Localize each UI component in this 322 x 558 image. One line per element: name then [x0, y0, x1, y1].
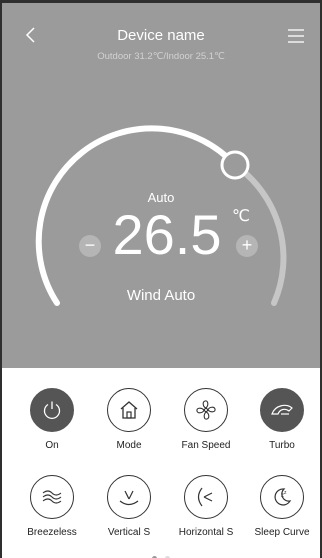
wind-label: Wind Auto: [126, 287, 196, 304]
vertical-swing-icon: [119, 490, 139, 506]
fan-speed-circle[interactable]: [184, 388, 228, 432]
vertical-swing-button[interactable]: Vertical S: [90, 475, 168, 538]
increase-temperature-button[interactable]: +: [236, 235, 258, 257]
app-screen: Device name Outdoor 31.2℃/Indoor 25.1℃ A…: [2, 3, 320, 558]
fan-icon: [196, 400, 216, 420]
breezeless-label: Breezeless: [27, 527, 77, 538]
fan-speed-label: Fan Speed: [181, 440, 231, 451]
temperature-dial[interactable]: [2, 3, 320, 368]
breezeless-button[interactable]: Breezeless: [13, 475, 91, 538]
horizontal-swing-label: Horizontal S: [178, 527, 234, 538]
power-circle[interactable]: [30, 388, 74, 432]
breezeless-circle[interactable]: [30, 475, 74, 519]
power-label: On: [45, 440, 59, 451]
decrease-temperature-button[interactable]: −: [79, 235, 101, 257]
dial-handle: [220, 150, 250, 180]
home-icon: [120, 401, 138, 419]
vertical-swing-label: Vertical S: [107, 527, 151, 538]
moon-icon: z z: [274, 488, 292, 506]
mode-button-label: Mode: [116, 440, 142, 451]
set-temperature: 26.5: [112, 203, 222, 266]
mode-button[interactable]: Mode: [90, 388, 168, 451]
sleep-curve-label: Sleep Curve: [254, 527, 310, 538]
turbo-circle[interactable]: [260, 388, 304, 432]
horizontal-swing-circle[interactable]: [184, 475, 228, 519]
temperature-unit: ℃: [232, 208, 250, 225]
turbo-icon: [271, 404, 293, 415]
turbo-button[interactable]: Turbo: [243, 388, 320, 451]
power-icon: [43, 401, 61, 419]
breezeless-icon: [42, 490, 62, 504]
turbo-label: Turbo: [269, 440, 295, 451]
sleep-curve-circle[interactable]: z z: [260, 475, 304, 519]
mode-circle[interactable]: [107, 388, 151, 432]
svg-text:z: z: [284, 490, 287, 496]
sleep-curve-button[interactable]: z z Sleep Curve: [243, 475, 320, 538]
horizontal-swing-icon: [197, 487, 213, 507]
page-indicator: [2, 548, 320, 558]
power-button[interactable]: On: [13, 388, 91, 451]
thermostat-panel: Device name Outdoor 31.2℃/Indoor 25.1℃ A…: [2, 3, 320, 368]
fan-speed-button[interactable]: Fan Speed: [167, 388, 245, 451]
horizontal-swing-button[interactable]: Horizontal S: [167, 475, 245, 538]
vertical-swing-circle[interactable]: [107, 475, 151, 519]
